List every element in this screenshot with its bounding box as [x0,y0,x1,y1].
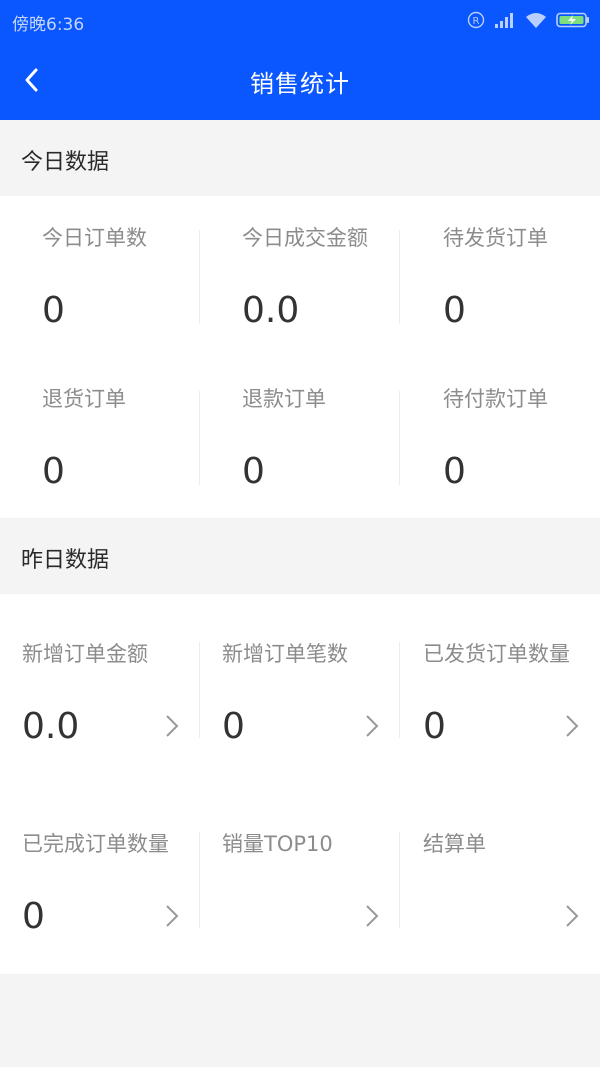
signal-icon [495,13,513,28]
stat-label: 今日订单数 [42,226,147,250]
stat-label: 结算单 [423,832,486,856]
yesterday-section-header: 昨日数据 [0,518,600,594]
chevron-right-icon [166,905,179,927]
registered-mark: R [473,16,480,27]
chevron-right-icon [366,905,379,927]
stat-new-order-amount[interactable]: 新增订单金额 0.0 [0,594,200,784]
stat-completed-count[interactable]: 已完成订单数量 0 [0,784,200,974]
stat-settlement[interactable]: 结算单 [400,784,600,974]
stat-label: 今日成交金额 [242,226,368,250]
stat-value: 0.0 [242,290,300,331]
nav-bar: 销售统计 [0,40,600,120]
stat-refund-orders[interactable]: 退款订单 0 [200,357,400,518]
stat-value: 0 [443,290,466,331]
stat-value: 0 [443,451,466,492]
stat-label: 退款订单 [242,387,326,411]
stat-return-orders[interactable]: 退货订单 0 [0,357,200,518]
stat-label: 新增订单金额 [22,642,148,666]
stat-label: 待付款订单 [443,387,548,411]
stat-value: 0 [42,451,65,492]
stat-value: 0.0 [22,706,80,747]
stat-label: 新增订单笔数 [222,642,348,666]
stat-today-orders[interactable]: 今日订单数 0 [0,196,200,357]
chevron-right-icon [166,715,179,737]
stat-value: 0 [423,706,446,747]
today-section-header: 今日数据 [0,120,600,196]
chevron-right-icon [566,905,579,927]
stat-label: 已完成订单数量 [22,832,169,856]
yesterday-stats-card: 新增订单金额 0.0 新增订单笔数 0 已发货订单数量 0 已完成订单数量 0 … [0,594,600,974]
wifi-icon [526,12,546,28]
battery-icon [556,12,589,28]
stat-label: 待发货订单 [443,226,548,250]
stat-value: 0 [42,290,65,331]
status-bar: 傍晚6:36 R [0,0,600,40]
stat-label: 销量TOP10 [222,832,333,856]
stat-value: 0 [222,706,245,747]
stat-shipped-count[interactable]: 已发货订单数量 0 [400,594,600,784]
stat-pending-shipment[interactable]: 待发货订单 0 [400,196,600,357]
yesterday-section-title: 昨日数据 [21,548,110,573]
stat-pending-payment[interactable]: 待付款订单 0 [400,357,600,518]
registered-icon: R [467,11,485,29]
stat-value: 0 [242,451,265,492]
status-time: 傍晚6:36 [12,15,85,35]
chevron-right-icon [566,715,579,737]
stat-new-order-count[interactable]: 新增订单笔数 0 [200,594,400,784]
status-icons: R [467,10,590,30]
stat-sales-top10[interactable]: 销量TOP10 [200,784,400,974]
stat-value: 0 [22,896,45,937]
stat-label: 已发货订单数量 [423,642,570,666]
today-stats-card: 今日订单数 0 今日成交金额 0.0 待发货订单 0 退货订单 0 退款订单 0… [0,196,600,518]
today-section-title: 今日数据 [21,150,110,175]
chevron-right-icon [366,715,379,737]
stat-today-amount[interactable]: 今日成交金额 0.0 [200,196,400,357]
page-title: 销售统计 [250,70,350,98]
stat-label: 退货订单 [42,387,126,411]
